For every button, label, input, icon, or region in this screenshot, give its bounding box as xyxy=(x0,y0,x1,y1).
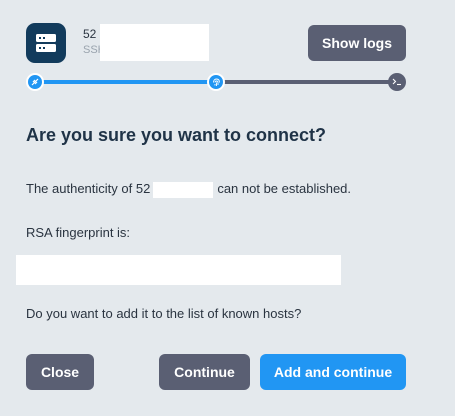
authenticity-suffix: can not be established. xyxy=(217,181,352,196)
redacted-host-info xyxy=(100,24,209,61)
terminal-step-icon xyxy=(388,73,406,91)
known-hosts-question: Do you want to add it to the list of kno… xyxy=(26,306,302,321)
show-logs-button[interactable]: Show logs xyxy=(308,25,406,61)
connect-dialog: 52 SSH Show logs Are you sure you want t… xyxy=(0,0,455,416)
connect-step-icon xyxy=(26,73,44,91)
fingerprint-step-icon xyxy=(207,73,225,91)
progress-filled-track xyxy=(35,80,216,84)
host-name: 52 xyxy=(83,27,97,41)
continue-button[interactable]: Continue xyxy=(159,354,250,390)
fingerprint-label: RSA fingerprint is: xyxy=(26,225,131,240)
authenticity-message: The authenticity of 52 can not be establi… xyxy=(26,181,351,198)
add-and-continue-button[interactable]: Add and continue xyxy=(260,354,406,390)
authenticity-prefix: The authenticity of 52 xyxy=(26,181,151,196)
dialog-title: Are you sure you want to connect? xyxy=(26,125,327,145)
progress-remaining-track xyxy=(216,80,397,84)
close-button[interactable]: Close xyxy=(26,354,94,390)
server-icon xyxy=(26,23,66,63)
redacted-host xyxy=(153,181,214,198)
fingerprint-value xyxy=(16,255,341,285)
